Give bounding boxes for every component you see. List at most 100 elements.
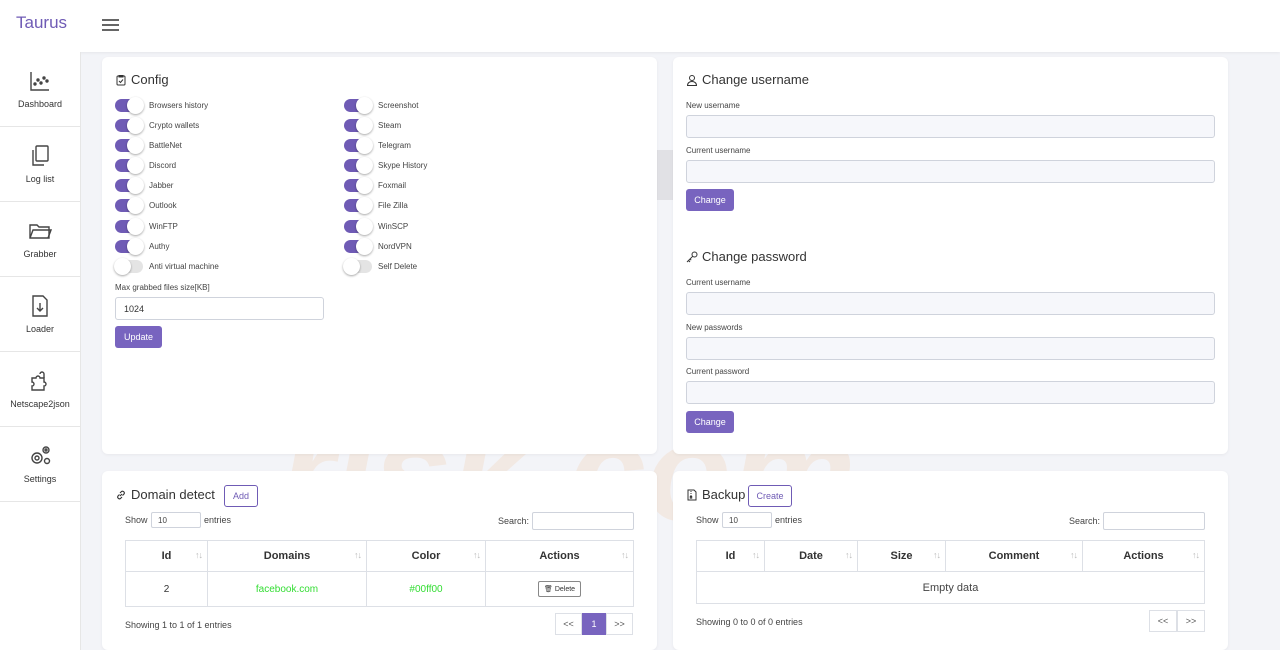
- toggle-switch[interactable]: [115, 238, 144, 255]
- sort-icon: ↑↓: [1070, 550, 1078, 560]
- sidebar-item-label: Loader: [25, 324, 55, 334]
- toggle-anti-virtual-machine[interactable]: Anti virtual machine: [114, 258, 219, 275]
- toggle-switch[interactable]: [115, 218, 144, 235]
- toggle-switch[interactable]: [343, 258, 372, 275]
- toggle-switch[interactable]: [115, 97, 144, 114]
- gears-icon: [31, 446, 51, 465]
- toggle-switch[interactable]: [115, 137, 144, 154]
- toggle-self-delete[interactable]: Self Delete: [343, 258, 417, 275]
- new-username-input[interactable]: [686, 115, 1215, 138]
- menu-toggle-icon[interactable]: [102, 19, 119, 33]
- add-domain-button[interactable]: Add: [224, 485, 258, 507]
- user-icon: [686, 74, 698, 86]
- config-title: Config: [115, 72, 169, 87]
- file-archive-icon: [687, 489, 697, 500]
- column-header-date[interactable]: Date ↑↓: [764, 540, 858, 572]
- toggle-switch[interactable]: [115, 117, 144, 134]
- toggle-switch[interactable]: [344, 218, 373, 235]
- toggle-switch[interactable]: [344, 177, 373, 194]
- new-username-label: New username: [686, 101, 740, 110]
- toggle-crypto-wallets[interactable]: Crypto wallets: [115, 117, 199, 134]
- sidebar-item-netscape2json[interactable]: Netscape2json: [0, 352, 80, 427]
- sidebar-item-dashboard[interactable]: Dashboard: [0, 52, 80, 127]
- password-current-username-input[interactable]: [686, 292, 1215, 315]
- toggle-winftp[interactable]: WinFTP: [115, 218, 178, 235]
- column-header-actions[interactable]: Actions ↑↓: [1082, 540, 1205, 572]
- sidebar-item-grabber[interactable]: Grabber: [0, 202, 80, 277]
- toggle-switch[interactable]: [115, 177, 144, 194]
- brand-logo[interactable]: Taurus: [16, 13, 67, 33]
- trash-icon: 🗑: [543, 586, 553, 593]
- entries-label: entries: [204, 515, 232, 525]
- toggle-authy[interactable]: Authy: [115, 238, 169, 255]
- sort-icon: ↑↓: [473, 550, 481, 560]
- toggle-skype-history[interactable]: Skype History: [344, 157, 427, 174]
- toggle-switch[interactable]: [115, 157, 144, 174]
- column-header-comment[interactable]: Comment ↑↓: [945, 540, 1083, 572]
- prev-page-button[interactable]: <<: [555, 613, 582, 635]
- toggle-discord[interactable]: Discord: [115, 157, 176, 174]
- toggle-file-zilla[interactable]: File Zilla: [344, 197, 408, 214]
- toggle-label: Outlook: [149, 201, 177, 210]
- prev-page-button[interactable]: <<: [1149, 610, 1177, 632]
- toggle-battlenet[interactable]: BattleNet: [115, 137, 182, 154]
- column-header-id[interactable]: Id ↑↓: [696, 540, 765, 572]
- column-header-actions[interactable]: Actions ↑↓: [485, 540, 634, 572]
- toggle-foxmail[interactable]: Foxmail: [344, 177, 406, 194]
- column-header-id[interactable]: Id ↑↓: [125, 540, 208, 572]
- table-info: Showing 1 to 1 of 1 entries: [125, 620, 232, 630]
- new-passwords-label: New passwords: [686, 323, 743, 332]
- toggle-switch[interactable]: [344, 97, 373, 114]
- toggle-switch[interactable]: [344, 157, 373, 174]
- search-input[interactable]: [532, 512, 634, 530]
- toggle-telegram[interactable]: Telegram: [344, 137, 411, 154]
- account-card: Change username New username Current use…: [673, 57, 1228, 454]
- next-page-button[interactable]: >>: [1177, 610, 1205, 632]
- top-bar: Taurus: [0, 0, 1280, 52]
- column-header-size[interactable]: Size ↑↓: [857, 540, 946, 572]
- create-backup-button[interactable]: Create: [748, 485, 792, 507]
- toggle-switch[interactable]: [114, 258, 143, 275]
- toggle-screenshot[interactable]: Screenshot: [344, 97, 418, 114]
- current-password-input[interactable]: [686, 381, 1215, 404]
- puzzle-icon: [31, 371, 47, 391]
- sidebar-item-settings[interactable]: Settings: [0, 427, 80, 502]
- delete-button[interactable]: 🗑 Delete: [537, 581, 582, 597]
- sidebar-item-loader[interactable]: Loader: [0, 277, 80, 352]
- table-info: Showing 0 to 0 of 0 entries: [696, 617, 803, 627]
- toggle-label: WinFTP: [149, 222, 178, 231]
- column-header-color[interactable]: Color ↑↓: [366, 540, 486, 572]
- toggle-label: Anti virtual machine: [149, 262, 219, 271]
- current-username-input[interactable]: [686, 160, 1215, 183]
- change-username-button[interactable]: Change: [686, 189, 734, 211]
- search-label: Search:: [1069, 516, 1101, 526]
- change-password-title: Change password: [686, 249, 807, 264]
- toggle-nordvpn[interactable]: NordVPN: [344, 238, 412, 255]
- toggle-outlook[interactable]: Outlook: [115, 197, 177, 214]
- toggle-winscp[interactable]: WinSCP: [344, 218, 408, 235]
- column-header-domains[interactable]: Domains ↑↓: [207, 540, 367, 572]
- sort-icon: ↑↓: [195, 550, 203, 560]
- new-password-input[interactable]: [686, 337, 1215, 360]
- toggle-switch[interactable]: [344, 137, 373, 154]
- entries-label: entries: [775, 515, 803, 525]
- link-icon: [117, 490, 125, 499]
- toggle-switch[interactable]: [344, 238, 373, 255]
- next-page-button[interactable]: >>: [606, 613, 633, 635]
- toggle-browsers-history[interactable]: Browsers history: [115, 97, 208, 114]
- entries-select[interactable]: 10: [151, 512, 201, 528]
- domains-table: Id ↑↓ Domains ↑↓ Color ↑↓ Actions ↑↓ 2 faceb…: [125, 540, 634, 607]
- toggle-jabber[interactable]: Jabber: [115, 177, 173, 194]
- sort-icon: ↑↓: [845, 550, 853, 560]
- entries-select[interactable]: 10: [722, 512, 772, 528]
- change-password-button[interactable]: Change: [686, 411, 734, 433]
- sidebar-item-log-list[interactable]: Log list: [0, 127, 80, 202]
- toggle-switch[interactable]: [344, 197, 373, 214]
- page-1-button[interactable]: 1: [582, 613, 606, 635]
- search-input[interactable]: [1103, 512, 1205, 530]
- toggle-switch[interactable]: [344, 117, 373, 134]
- toggle-switch[interactable]: [115, 197, 144, 214]
- toggle-steam[interactable]: Steam: [344, 117, 401, 134]
- update-button[interactable]: Update: [115, 326, 162, 348]
- max-size-input[interactable]: 1024: [115, 297, 324, 320]
